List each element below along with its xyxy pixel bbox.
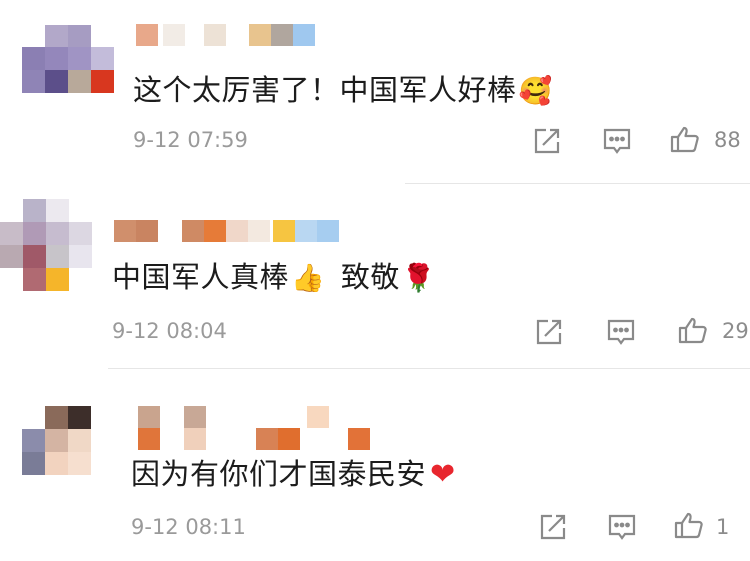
comment-timestamp: 9-12 08:11 <box>131 515 246 539</box>
like-icon[interactable] <box>678 315 710 347</box>
username-mosaic[interactable] <box>114 220 346 242</box>
thumbs-up-emoji-icon: 👍 <box>291 263 326 294</box>
avatar[interactable] <box>22 406 92 476</box>
comment-item: 中国军人真棒👍 致敬🌹 9-12 08:04 29 <box>0 185 750 370</box>
username-mosaic[interactable] <box>138 406 374 452</box>
comment-timestamp: 9-12 07:59 <box>133 128 248 152</box>
like-count: 1 <box>716 515 730 539</box>
forward-icon[interactable] <box>534 317 564 347</box>
comment-text-body-2: 致敬 <box>340 260 400 294</box>
comment-text: 中国军人真棒👍 致敬🌹 <box>112 257 436 299</box>
comment-text-body: 这个太厉害了！中国军人好棒 <box>133 73 517 107</box>
avatar[interactable] <box>0 199 92 291</box>
divider <box>405 183 750 184</box>
comment-text: 因为有你们才国泰民安 ❤ <box>131 454 456 495</box>
comment-text: 这个太厉害了！中国军人好棒🥰 <box>133 70 553 112</box>
rose-emoji-icon: 🌹 <box>401 263 436 294</box>
like-icon[interactable] <box>674 510 706 542</box>
comment-timestamp: 9-12 08:04 <box>112 319 227 343</box>
comment-item: 这个太厉害了！中国军人好棒🥰 9-12 07:59 88 <box>0 0 750 185</box>
comment-icon[interactable] <box>602 126 632 156</box>
comment-icon[interactable] <box>607 512 637 542</box>
comment-item: 因为有你们才国泰民安 ❤ 9-12 08:11 1 <box>0 370 750 561</box>
comment-icon[interactable] <box>606 317 636 347</box>
divider <box>108 368 750 369</box>
username-mosaic[interactable] <box>136 24 318 46</box>
forward-icon[interactable] <box>532 126 562 156</box>
comment-text-body: 因为有你们才国泰民安 <box>131 457 427 491</box>
heart-emoji-icon: ❤ <box>430 457 456 492</box>
kiss-face-emoji-icon: 🥰 <box>518 76 553 107</box>
comment-text-body: 中国军人真棒 <box>112 260 290 294</box>
like-count: 29 <box>722 319 749 343</box>
forward-icon[interactable] <box>538 512 568 542</box>
like-icon[interactable] <box>670 124 702 156</box>
like-count: 88 <box>714 128 741 152</box>
avatar[interactable] <box>22 25 114 93</box>
